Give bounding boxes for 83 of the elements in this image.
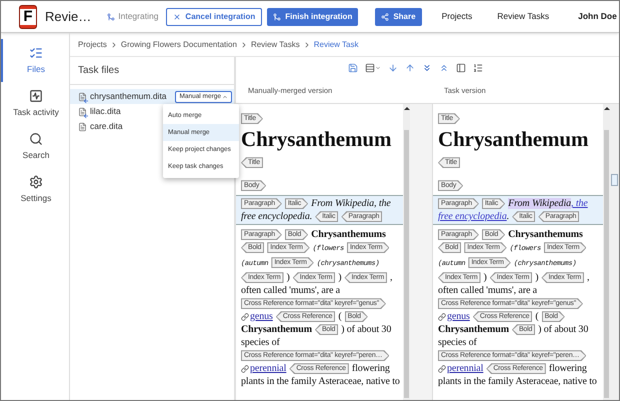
- settings-icon: [29, 174, 43, 189]
- body-text: flowering: [548, 363, 587, 374]
- file-name: lilac.dita: [90, 105, 121, 118]
- file-name: chrysanthemum.dita: [90, 90, 167, 103]
- file-merge-icon: [78, 92, 87, 102]
- link-icon: [241, 312, 249, 321]
- layout-dropdown[interactable]: [365, 63, 381, 73]
- breadcrumb-link[interactable]: Review Task: [314, 38, 358, 50]
- document-heading: Chrysanthemum: [438, 126, 590, 153]
- scrollbar[interactable]: [603, 104, 610, 400]
- italic-text: From Wikipedia, the: [311, 198, 391, 209]
- rows-icon: [365, 63, 375, 73]
- link-icon: [438, 364, 446, 373]
- body-text: ): [484, 272, 487, 283]
- file-icon: [78, 122, 87, 132]
- cross-reference-link[interactable]: perennial: [250, 363, 286, 374]
- body-text: ,: [390, 272, 392, 283]
- bold-text: Chrysanthemums: [311, 229, 386, 240]
- panel-icon[interactable]: [456, 63, 466, 73]
- activity-monitor-icon: [29, 88, 43, 103]
- nav-item[interactable]: Search: [1, 125, 69, 168]
- body-text: ) of about 30: [538, 324, 588, 335]
- link-icon: [241, 364, 249, 373]
- scrollbar[interactable]: [403, 104, 410, 400]
- body-text: ): [286, 272, 290, 283]
- nav-item[interactable]: Settings: [1, 168, 69, 211]
- body-text: (: [535, 311, 539, 322]
- breadcrumb-link[interactable]: Growing Flowers Documentation: [120, 38, 237, 50]
- body-text: ) of about 30: [341, 324, 392, 335]
- nav-item[interactable]: Files: [1, 39, 69, 82]
- cross-reference-link[interactable]: perennial: [447, 363, 484, 374]
- link-icon: [438, 312, 446, 321]
- breadcrumb-link[interactable]: Projects: [78, 38, 107, 50]
- bold-text: Chrysanthemum: [438, 324, 509, 335]
- breadcrumb-link[interactable]: Review Tasks: [250, 38, 300, 50]
- cross-reference-link[interactable]: genus: [447, 311, 470, 322]
- save-icon[interactable]: [348, 63, 358, 73]
- ordered-list-icon[interactable]: [473, 63, 483, 73]
- nav-item[interactable]: Task activity: [1, 82, 69, 125]
- body-text: ,: [586, 272, 590, 283]
- caret-icon: [375, 65, 381, 71]
- merge-icon: [107, 12, 116, 20]
- changed-link-text: free encyclopedia: [438, 211, 507, 222]
- body-text: flowering: [352, 363, 390, 374]
- file-merge-icon: [78, 106, 87, 116]
- double-chevron-up-icon[interactable]: [439, 63, 449, 73]
- share-button[interactable]: Share: [375, 8, 422, 26]
- nav-link[interactable]: Projects: [442, 10, 472, 23]
- checklist-icon: [29, 46, 43, 60]
- close-icon: [173, 12, 182, 20]
- search-icon: [29, 132, 43, 146]
- italic-text: free encyclopedia.: [241, 211, 312, 222]
- double-chevron-down-icon[interactable]: [422, 63, 432, 73]
- body-text: ): [535, 272, 538, 283]
- nav-link[interactable]: Review Tasks: [497, 10, 550, 23]
- merge-icon: [273, 12, 282, 20]
- bold-text: Chrysanthemum: [241, 324, 312, 335]
- cross-reference-link[interactable]: genus: [250, 311, 273, 322]
- arrow-down-icon[interactable]: [388, 63, 398, 73]
- user-name[interactable]: John Doe: [578, 10, 617, 23]
- page-title: Revie…: [45, 8, 92, 26]
- file-name: care.dita: [90, 120, 123, 133]
- body-text: (: [338, 311, 342, 322]
- body-text: species of: [438, 337, 477, 348]
- body-text: often called 'mums', are a: [438, 285, 538, 296]
- cancel-button[interactable]: Cancel integration: [166, 8, 262, 26]
- status-label: Integrating: [107, 10, 158, 23]
- body-text: plants in the family Asteraceae, native to: [438, 376, 597, 387]
- italic-text: .: [506, 211, 510, 222]
- finish-button[interactable]: Finish integration: [267, 8, 358, 26]
- changed-text: From Wikipedia: [508, 198, 572, 209]
- body-text: species of: [241, 337, 280, 348]
- share-icon: [381, 12, 390, 20]
- body-text: ): [338, 272, 342, 283]
- caret-icon: [222, 94, 228, 100]
- changed-link-text: , the: [571, 198, 588, 209]
- document-heading: Chrysanthemum: [241, 126, 392, 153]
- body-text: plants in the family Asteraceae, native to: [241, 376, 400, 387]
- bold-text: Chrysanthemums: [508, 229, 583, 240]
- panel-title: Task files: [70, 57, 234, 85]
- body-text: often called 'mums', are a: [241, 285, 340, 296]
- app-logo: F: [19, 4, 37, 28]
- arrow-up-icon[interactable]: [405, 63, 415, 73]
